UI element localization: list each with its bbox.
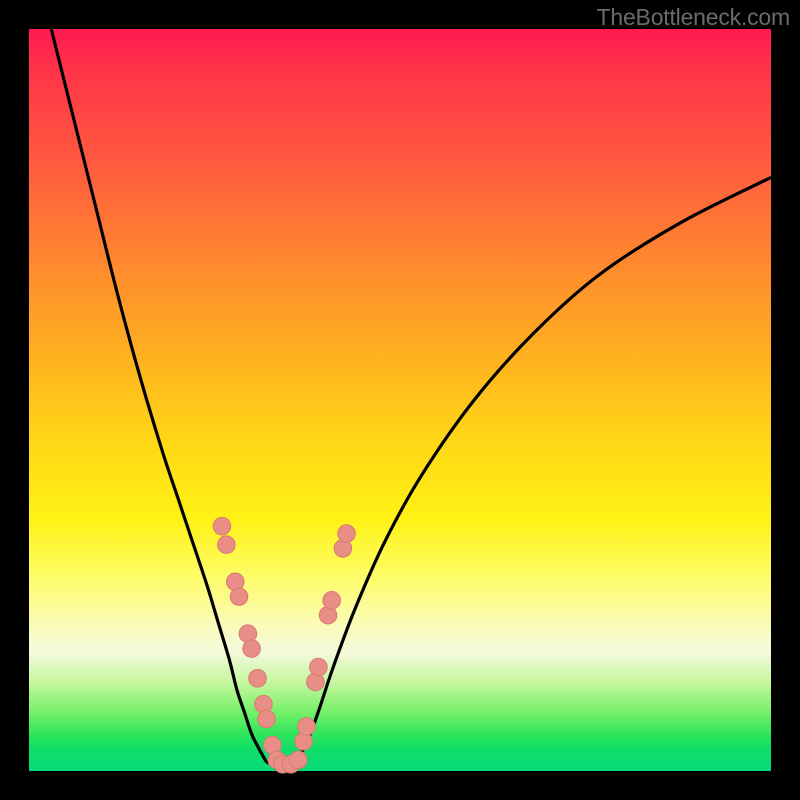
sample-point-marker <box>213 517 231 535</box>
sample-point-marker <box>258 710 276 728</box>
sample-point-marker <box>249 669 267 687</box>
watermark-text: TheBottleneck.com <box>597 4 790 31</box>
sample-point-marker <box>230 588 248 606</box>
right-curve <box>296 177 771 762</box>
sample-point-marker <box>310 658 328 676</box>
chart-frame: TheBottleneck.com <box>0 0 800 800</box>
left-curve <box>51 29 266 762</box>
sample-point-marker <box>338 525 356 543</box>
sample-point-marker <box>218 536 236 554</box>
marker-group <box>213 517 355 773</box>
sample-point-marker <box>298 718 316 736</box>
sample-point-marker <box>243 640 261 658</box>
chart-svg <box>29 29 771 771</box>
sample-point-marker <box>290 751 308 769</box>
sample-point-marker <box>323 592 341 610</box>
